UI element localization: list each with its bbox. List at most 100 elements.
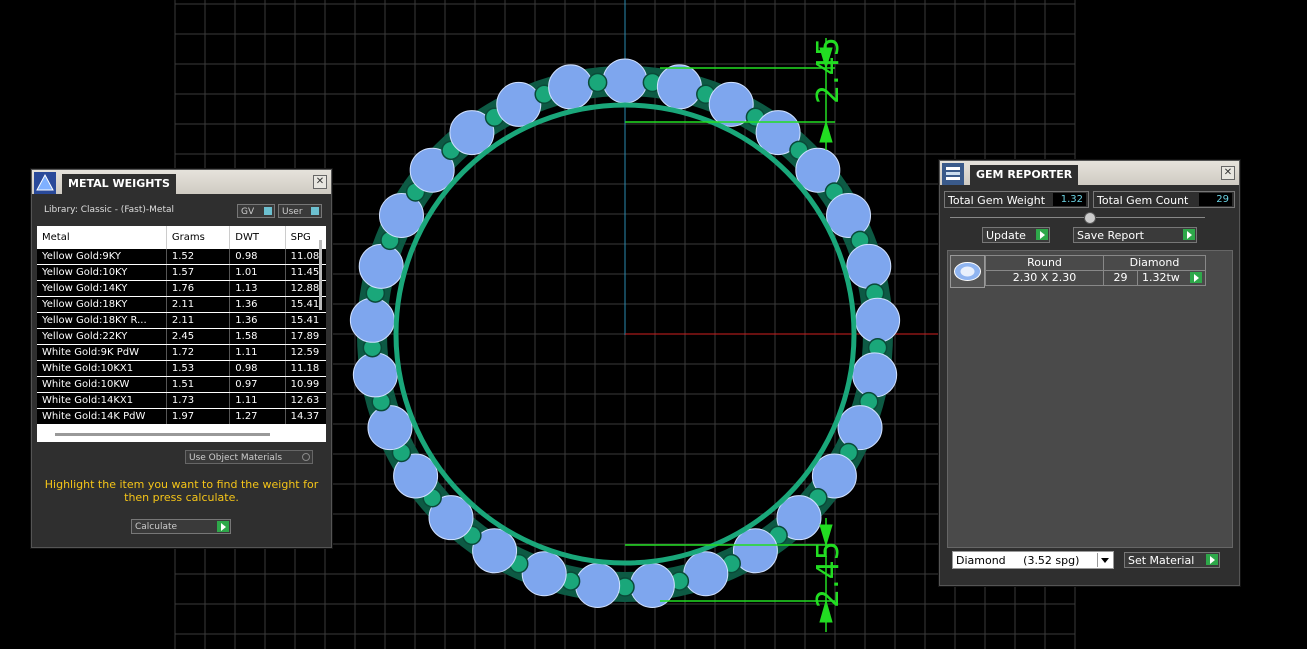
gem-weight-value: 1.32tw — [1142, 271, 1180, 284]
table-row[interactable]: Yellow Gold:18KY R... 2.11 1.36 15.41 — [37, 312, 326, 329]
table-cell: 1.13 — [229, 280, 286, 297]
gem-reporter-title: GEM REPORTER — [970, 165, 1079, 185]
gem-stone — [349, 297, 395, 343]
table-cell: 14.37 — [285, 408, 326, 425]
gem-reporter-titlebar[interactable]: GEM REPORTER ✕ — [940, 161, 1239, 185]
table-cell: 15.41 — [285, 312, 326, 329]
gv-toggle[interactable]: GV — [237, 204, 275, 218]
table-row[interactable]: Yellow Gold:18KY 2.11 1.36 15.41 — [37, 296, 326, 313]
table-row[interactable]: White Gold:14KX1 1.73 1.11 12.63 — [37, 392, 326, 409]
gem-stone — [367, 405, 413, 451]
table-row[interactable]: White Gold:14K PdW 1.97 1.27 14.37 — [37, 408, 326, 425]
vertical-scrollbar[interactable] — [319, 240, 322, 310]
use-object-materials-toggle[interactable]: Use Object Materials — [185, 450, 313, 464]
gem-stone — [826, 192, 872, 238]
column-header[interactable]: Grams — [166, 226, 231, 249]
material-select[interactable]: Diamond (3.52 spg) — [952, 551, 1114, 569]
user-toggle[interactable]: User — [278, 204, 322, 218]
gem-stone — [855, 297, 901, 343]
total-gem-count-field: Total Gem Count 29 — [1093, 191, 1235, 208]
table-cell: Yellow Gold:14KY — [37, 280, 167, 297]
gem-size: 2.30 X 2.30 — [985, 270, 1104, 286]
gem-thumbnail — [950, 255, 985, 288]
update-label: Update — [986, 229, 1026, 242]
gem-stone — [656, 64, 702, 110]
table-cell: 1.72 — [166, 344, 231, 361]
table-cell: 1.01 — [229, 264, 286, 281]
table-cell: 1.27 — [229, 408, 286, 425]
table-row[interactable]: Yellow Gold:14KY 1.76 1.13 12.88 — [37, 280, 326, 297]
table-row[interactable]: White Gold:9K PdW 1.72 1.11 12.59 — [37, 344, 326, 361]
table-row[interactable]: Yellow Gold:22KY 2.45 1.58 17.89 — [37, 328, 326, 345]
gem-material: Diamond — [1103, 255, 1206, 271]
gem-shape: Round — [985, 255, 1104, 271]
table-cell: 12.59 — [285, 344, 326, 361]
gem-stone — [602, 58, 648, 104]
set-material-button[interactable]: Set Material — [1124, 552, 1220, 568]
calculate-label: Calculate — [135, 522, 178, 532]
table-cell: 2.11 — [166, 296, 231, 313]
save-report-label: Save Report — [1077, 229, 1144, 242]
table-cell: 2.11 — [166, 312, 231, 329]
table-cell: Yellow Gold:18KY R... — [37, 312, 167, 329]
table-cell: Yellow Gold:22KY — [37, 328, 167, 345]
gem-count: 29 — [1103, 270, 1138, 286]
metal-weights-titlebar[interactable]: METAL WEIGHTS ✕ — [32, 170, 331, 194]
play-arrow-icon — [1183, 229, 1195, 240]
play-arrow-icon — [1206, 554, 1218, 565]
use-object-materials-label: Use Object Materials — [189, 453, 283, 463]
gem-select-arrow-icon[interactable] — [1190, 272, 1202, 283]
metal-weights-table[interactable]: Metal Grams DWT SPG Yellow Gold:9KY 1.52 0.98… — [37, 226, 326, 442]
column-header[interactable]: DWT — [229, 226, 286, 249]
prong — [587, 72, 608, 93]
table-cell: 0.97 — [229, 376, 286, 393]
table-cell: 1.11 — [229, 392, 286, 409]
total-gem-count-label: Total Gem Count — [1097, 194, 1189, 207]
close-icon[interactable]: ✕ — [1221, 166, 1235, 180]
close-icon[interactable]: ✕ — [313, 175, 327, 189]
column-header[interactable]: Metal — [37, 226, 167, 249]
table-cell: 1.36 — [229, 296, 286, 313]
gem-stone — [852, 352, 898, 398]
table-cell: 1.76 — [166, 280, 231, 297]
table-cell: 1.52 — [166, 249, 231, 265]
round-gem-icon — [954, 262, 981, 281]
table-cell: 12.63 — [285, 392, 326, 409]
table-cell: 1.36 — [229, 312, 286, 329]
table-row[interactable]: White Gold:10KW 1.51 0.97 10.99 — [37, 376, 326, 393]
update-button[interactable]: Update — [982, 227, 1050, 243]
table-cell: 1.57 — [166, 264, 231, 281]
table-cell: Yellow Gold:10KY — [37, 264, 167, 281]
gem-stone — [846, 243, 892, 289]
table-cell: 10.99 — [285, 376, 326, 393]
gv-toggle-label: GV — [241, 207, 255, 217]
table-row[interactable]: Yellow Gold:10KY 1.57 1.01 11.45 — [37, 264, 326, 281]
save-report-button[interactable]: Save Report — [1073, 227, 1197, 243]
divider — [950, 217, 1205, 218]
splitter-handle[interactable] — [1084, 212, 1096, 224]
table-cell: 1.73 — [166, 392, 231, 409]
total-gem-weight-value: 1.32 — [1053, 193, 1086, 206]
table-row[interactable]: White Gold:10KX1 1.53 0.98 11.18 — [37, 360, 326, 377]
library-label: Library: Classic - (Fast)-Metal — [44, 205, 175, 215]
table-cell: White Gold:10KX1 — [37, 360, 167, 377]
total-gem-weight-label: Total Gem Weight — [948, 194, 1046, 207]
calculate-button[interactable]: Calculate — [131, 519, 231, 534]
table-cell: 1.97 — [166, 408, 231, 425]
horizontal-scrollbar[interactable] — [55, 433, 270, 436]
gem-list[interactable]: Round Diamond 2.30 X 2.30 29 1.32tw — [947, 250, 1233, 548]
table-cell: White Gold:14KX1 — [37, 392, 167, 409]
table-cell: White Gold:9K PdW — [37, 344, 167, 361]
toggle-indicator-icon — [311, 207, 319, 215]
table-row[interactable]: Yellow Gold:9KY 1.52 0.98 11.08 — [37, 249, 326, 265]
gem-stone — [837, 405, 883, 451]
table-cell: 1.58 — [229, 328, 286, 345]
chevron-down-icon — [1097, 553, 1112, 567]
table-cell: White Gold:14K PdW — [37, 408, 167, 425]
table-cell: Yellow Gold:9KY — [37, 249, 167, 265]
table-cell: 1.51 — [166, 376, 231, 393]
gem-stone — [358, 243, 404, 289]
toggle-indicator-icon — [264, 207, 272, 215]
total-gem-weight-field: Total Gem Weight 1.32 — [944, 191, 1089, 208]
metal-weights-app-icon — [34, 172, 56, 194]
